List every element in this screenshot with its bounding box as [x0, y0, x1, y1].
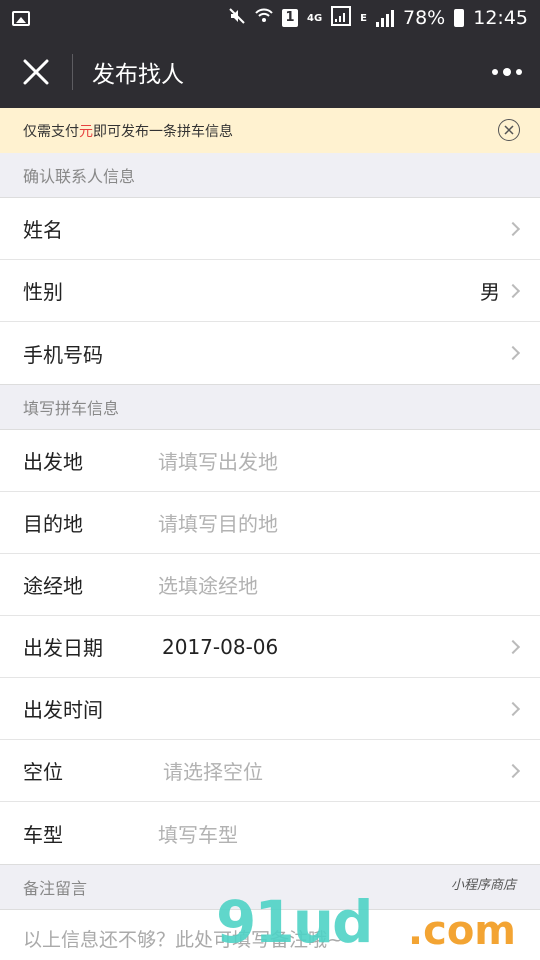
clock: 12:45 — [473, 7, 528, 29]
waypoint-input[interactable]: 选填途经地 — [158, 570, 518, 599]
row-label: 空位 — [23, 760, 63, 784]
image-notification-icon — [12, 10, 30, 26]
departure-row: 出发地 请填写出发地 — [0, 430, 540, 492]
phone-row[interactable]: 手机号码 — [0, 322, 540, 384]
row-label: 出发时间 — [23, 698, 103, 722]
seats-row[interactable]: 空位 请选择空位 — [0, 740, 540, 802]
row-label: 出发日期 — [23, 636, 103, 660]
departure-input[interactable]: 请填写出发地 — [158, 446, 518, 475]
wifi-icon — [255, 7, 273, 30]
vehicle-type-row: 车型 填写车型 — [0, 802, 540, 864]
network-type-label: 4G — [306, 12, 323, 24]
close-button[interactable] — [0, 36, 72, 108]
notice-suffix: 即可发布一条拼车信息 — [93, 123, 233, 140]
more-menu-button[interactable] — [492, 62, 522, 82]
page-title: 发布找人 — [92, 62, 184, 88]
battery-icon — [454, 9, 465, 27]
destination-input[interactable]: 请填写目的地 — [158, 508, 518, 537]
notice-close-button[interactable] — [498, 119, 520, 141]
mute-icon — [228, 7, 246, 30]
chevron-right-icon — [505, 639, 521, 654]
signal-icon — [331, 5, 352, 31]
row-label: 目的地 — [23, 512, 83, 536]
row-label: 车型 — [23, 822, 63, 847]
close-icon — [23, 59, 49, 85]
row-label: 手机号码 — [23, 342, 103, 367]
departure-time-row[interactable]: 出发时间 — [0, 678, 540, 740]
name-row[interactable]: 姓名 — [0, 198, 540, 260]
battery-percent: 78% — [403, 7, 446, 29]
gender-row[interactable]: 性别 男 — [0, 260, 540, 322]
trip-section-header: 填写拼车信息 — [0, 385, 540, 429]
contact-group: 姓名 性别 男 手机号码 — [0, 197, 540, 385]
payment-notice: 仅需支付元即可发布一条拼车信息 — [0, 108, 540, 153]
contact-section-header: 确认联系人信息 — [0, 153, 540, 197]
remark-section-header: 备注留言 — [0, 865, 540, 909]
remark-textarea[interactable]: 以上信息还不够？此处可填写备注哦~ — [0, 909, 540, 960]
network-type-label-2: E — [360, 12, 367, 24]
chevron-right-icon — [505, 345, 521, 361]
departure-date-row[interactable]: 出发日期 2017-08-06 — [0, 616, 540, 678]
chevron-right-icon — [505, 701, 521, 716]
more-dot-icon — [503, 68, 511, 76]
row-label: 途经地 — [23, 574, 83, 598]
row-label: 性别 — [23, 280, 63, 304]
seats-select: 请选择空位 — [163, 760, 263, 784]
waypoint-row: 途经地 选填途经地 — [0, 554, 540, 616]
navigation-bar: 发布找人 — [0, 36, 540, 108]
row-label: 出发地 — [23, 450, 83, 474]
departure-date-value: 2017-08-06 — [162, 634, 279, 659]
cellular-signal-icon — [376, 9, 394, 27]
chevron-right-icon — [505, 763, 521, 778]
nav-divider — [72, 54, 73, 90]
sim-icon: 1 — [281, 9, 298, 27]
chevron-right-icon — [505, 221, 521, 236]
notice-prefix: 仅需支付 — [23, 123, 79, 140]
row-label: 姓名 — [23, 218, 63, 242]
notice-highlight: 元 — [79, 123, 93, 140]
destination-row: 目的地 请填写目的地 — [0, 492, 540, 554]
trip-group: 出发地 请填写出发地 目的地 请填写目的地 途经地 选填途经地 出发日期 201… — [0, 429, 540, 865]
close-icon — [504, 125, 514, 135]
status-bar: 1 4G E 78% 12:45 — [0, 0, 540, 36]
more-dot-icon — [492, 69, 498, 75]
chevron-right-icon — [505, 283, 521, 298]
more-dot-icon — [516, 69, 522, 75]
gender-value: 男 — [480, 280, 500, 304]
vehicle-type-input[interactable]: 填写车型 — [158, 819, 518, 848]
